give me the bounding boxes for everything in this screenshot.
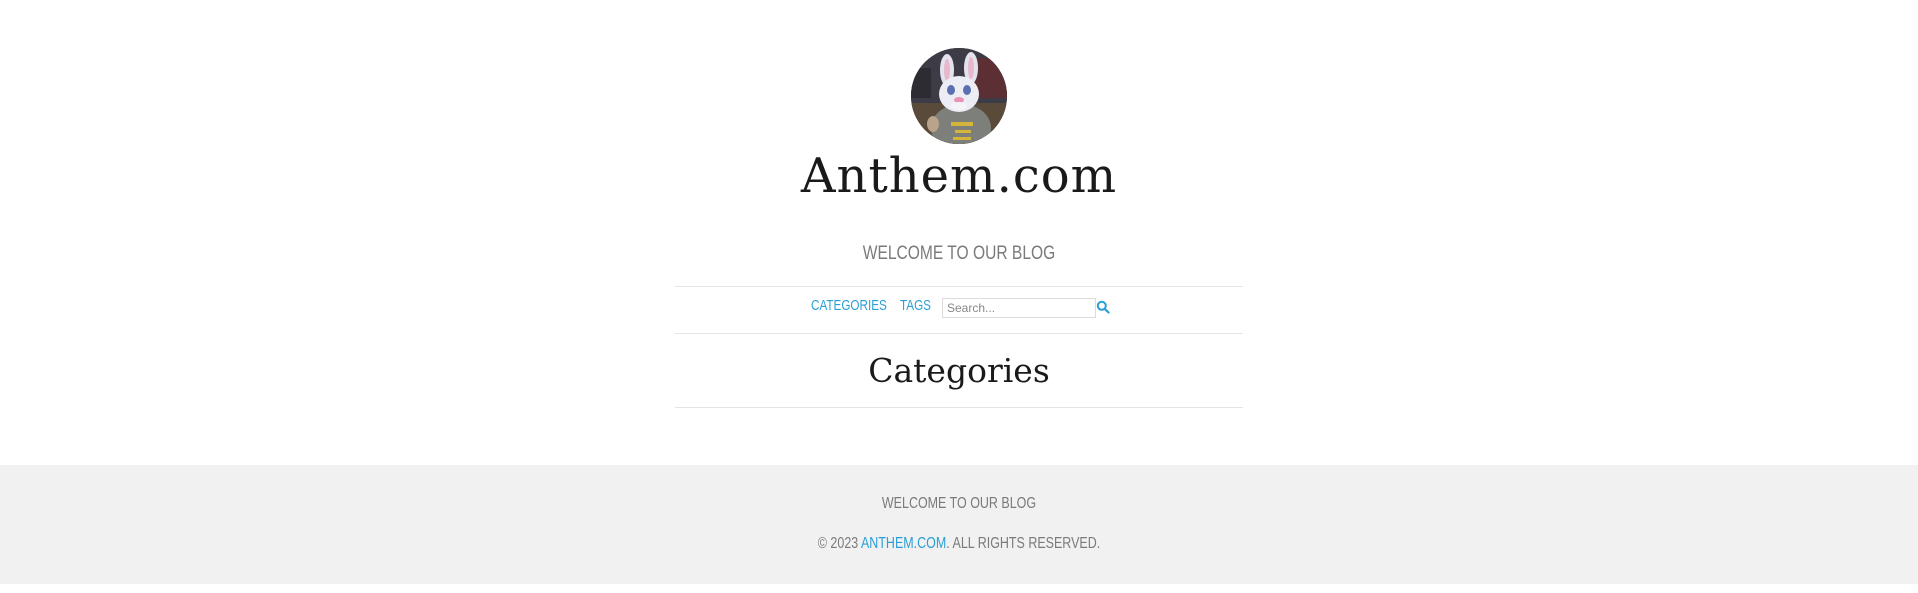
main-nav: CATEGORIES TAGS — [0, 296, 1918, 322]
footer-tagline: WELCOME TO OUR BLOG — [881, 495, 1037, 512]
divider — [675, 407, 1243, 408]
bunny-avatar-image — [911, 48, 1007, 144]
site-title[interactable]: Anthem.com — [0, 146, 1918, 206]
avatar[interactable] — [911, 48, 1007, 144]
page-title: Categories — [868, 351, 1050, 390]
footer: WELCOME TO OUR BLOG © 2023 ANTHEM.COM. A… — [0, 465, 1918, 584]
page: Anthem.com WELCOME TO OUR BLOG CATEGORIE… — [0, 0, 1918, 593]
search-input[interactable] — [942, 298, 1096, 318]
divider — [675, 286, 1243, 287]
nav-tags-link[interactable]: TAGS — [900, 297, 931, 314]
copyright-prefix: © 2023 — [817, 535, 861, 552]
divider — [675, 333, 1243, 334]
nav-categories-link[interactable]: CATEGORIES — [811, 297, 887, 314]
search-icon[interactable] — [1096, 300, 1112, 316]
footer-site-link[interactable]: ANTHEM.COM — [861, 535, 946, 552]
copyright-suffix: . ALL RIGHTS RESERVED. — [946, 535, 1101, 552]
footer-copyright: © 2023 ANTHEM.COM. ALL RIGHTS RESERVED. — [211, 533, 1707, 555]
site-tagline: WELCOME TO OUR BLOG — [862, 243, 1056, 264]
